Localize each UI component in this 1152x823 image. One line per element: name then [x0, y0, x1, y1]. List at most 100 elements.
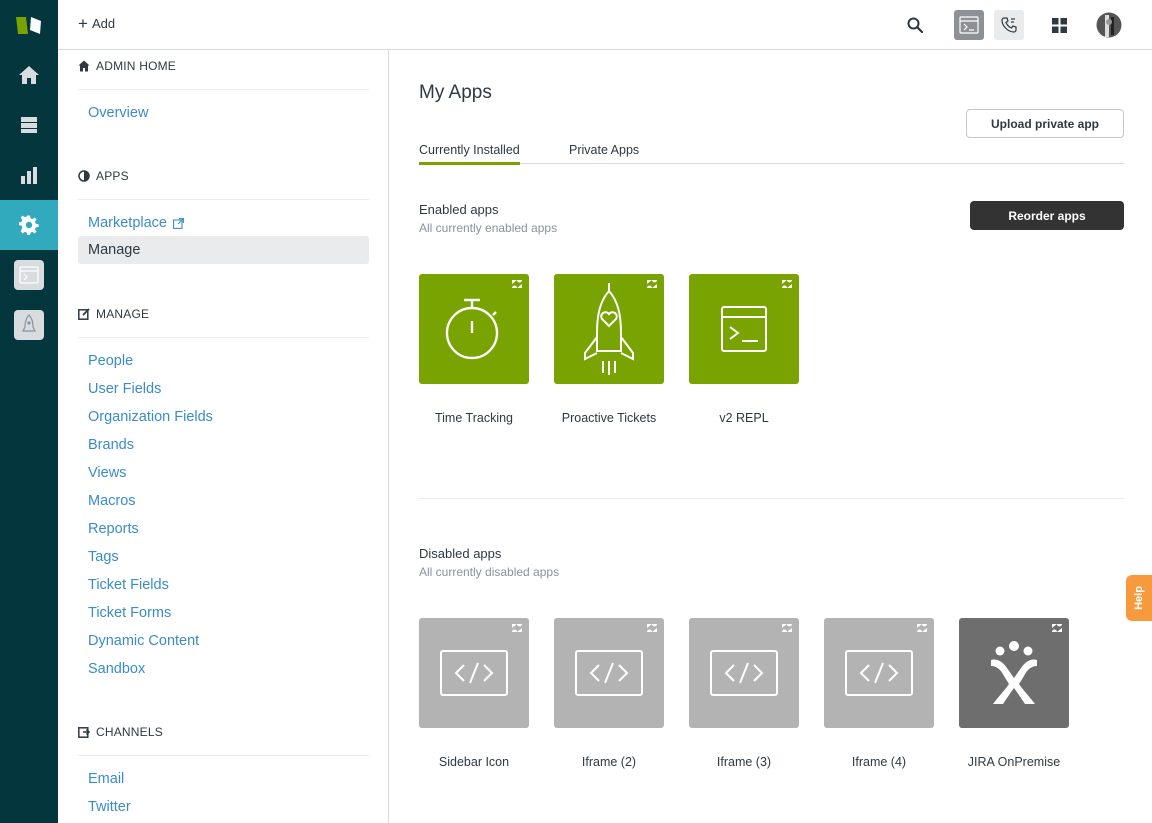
- sidebar-item-people[interactable]: People: [88, 353, 133, 369]
- sidebar-item-tags[interactable]: Tags: [88, 549, 119, 565]
- user-avatar[interactable]: [1094, 10, 1124, 40]
- app-tile-proactive-tickets[interactable]: [554, 274, 664, 384]
- grid-icon: [1051, 17, 1067, 33]
- rocket-icon: [22, 314, 36, 332]
- main-content: My Apps Upload private app Currently Ins…: [389, 50, 1152, 823]
- sidebar-item-overview[interactable]: Overview: [88, 105, 148, 121]
- search-icon: [907, 17, 923, 33]
- nav-admin[interactable]: [0, 200, 58, 250]
- zendesk-mark-icon: [1052, 624, 1062, 632]
- zendesk-mark-icon: [647, 280, 657, 288]
- nav-home[interactable]: [0, 50, 58, 100]
- section-title: APPS: [96, 169, 129, 183]
- section-title: CHANNELS: [96, 725, 163, 739]
- top-bar: + Add: [58, 0, 1152, 50]
- sidebar-item-macros[interactable]: Macros: [88, 493, 136, 509]
- divider: [78, 337, 369, 338]
- jira-icon: [991, 641, 1037, 704]
- repl-app-button[interactable]: [954, 10, 984, 40]
- app-name: Iframe (2): [581, 755, 637, 769]
- reorder-apps-button[interactable]: Reorder apps: [970, 201, 1124, 230]
- section-manage: MANAGE: [78, 307, 149, 321]
- contrast-icon: [78, 170, 90, 182]
- app-tile-iframe-3[interactable]: [689, 618, 799, 728]
- code-icon: [575, 650, 643, 696]
- gear-icon: [19, 215, 39, 235]
- section-channels: CHANNELS: [78, 725, 163, 739]
- sidebar-item-sandbox[interactable]: Sandbox: [88, 661, 145, 677]
- divider: [78, 755, 369, 756]
- enabled-apps-subtitle: All currently enabled apps: [419, 221, 558, 235]
- app-name: Iframe (3): [716, 755, 772, 769]
- app-tile-jira-onpremise[interactable]: [959, 618, 1069, 728]
- enabled-apps-title: Enabled apps: [419, 202, 499, 217]
- sidebar-item-ticket-forms[interactable]: Ticket Forms: [88, 605, 171, 621]
- inbox-icon: [21, 117, 37, 133]
- nav-app-repl[interactable]: [0, 250, 58, 300]
- app-tile-iframe-4[interactable]: [824, 618, 934, 728]
- stopwatch-icon: [445, 298, 499, 360]
- disabled-apps-subtitle: All currently disabled apps: [419, 565, 560, 579]
- nav-views[interactable]: [0, 100, 58, 150]
- terminal-icon: [959, 16, 979, 34]
- app-tile-iframe-2[interactable]: [554, 618, 664, 728]
- app-name: Sidebar Icon: [438, 755, 510, 769]
- help-button[interactable]: Help: [1126, 575, 1152, 621]
- products-menu-button[interactable]: [1044, 10, 1074, 40]
- sidebar-item-ticket-fields[interactable]: Ticket Fields: [88, 577, 169, 593]
- zendesk-mark-icon: [647, 624, 657, 632]
- sidebar-item-marketplace[interactable]: Marketplace: [88, 215, 184, 231]
- zendesk-mark-icon: [512, 280, 522, 288]
- sidebar-item-views[interactable]: Views: [88, 465, 126, 481]
- app-tile-v2-repl[interactable]: [689, 274, 799, 384]
- app-name: JIRA OnPremise: [967, 755, 1061, 769]
- phone-icon: [1001, 17, 1017, 33]
- house-icon: [78, 60, 90, 72]
- external-link-icon: [173, 217, 184, 229]
- app-tile-time-tracking[interactable]: [419, 274, 529, 384]
- help-label: Help: [1133, 586, 1145, 610]
- divider: [78, 199, 369, 200]
- zendesk-mark-icon: [917, 624, 927, 632]
- upload-private-app-button[interactable]: Upload private app: [966, 109, 1124, 138]
- sidebar-item-label: Marketplace: [88, 215, 167, 231]
- home-icon: [19, 66, 39, 84]
- terminal-icon: [721, 306, 767, 352]
- zendesk-mark-icon: [512, 624, 522, 632]
- sidebar-item-reports[interactable]: Reports: [88, 521, 139, 537]
- section-title: ADMIN HOME: [96, 59, 176, 73]
- sidebar-item-brands[interactable]: Brands: [88, 437, 134, 453]
- channels-icon: [78, 727, 90, 738]
- tab-private-apps[interactable]: Private Apps: [569, 143, 639, 162]
- sidebar-item-twitter[interactable]: Twitter: [88, 799, 131, 815]
- disabled-apps-title: Disabled apps: [419, 546, 502, 561]
- nav-reporting[interactable]: [0, 150, 58, 200]
- tab-currently-installed[interactable]: Currently Installed: [419, 143, 520, 165]
- sidebar-item-dynamic-content[interactable]: Dynamic Content: [88, 633, 199, 649]
- page-title: My Apps: [419, 82, 492, 103]
- plus-icon: +: [78, 13, 88, 33]
- talk-button[interactable]: [994, 10, 1024, 40]
- add-button[interactable]: + Add: [78, 13, 115, 33]
- section-admin-home: ADMIN HOME: [78, 59, 176, 73]
- sidebar-item-user-fields[interactable]: User Fields: [88, 381, 161, 397]
- nav-app-proactive[interactable]: [0, 300, 58, 350]
- sidebar-item-manage[interactable]: Manage: [78, 236, 369, 264]
- terminal-icon: [19, 266, 39, 284]
- zendesk-logo-icon[interactable]: [16, 14, 42, 36]
- sidebar-item-email[interactable]: Email: [88, 771, 124, 787]
- zendesk-mark-icon: [782, 624, 792, 632]
- section-title: MANAGE: [96, 307, 150, 321]
- code-icon: [440, 650, 508, 696]
- sidebar-item-organization-fields[interactable]: Organization Fields: [88, 409, 213, 425]
- app-name: Proactive Tickets: [561, 411, 657, 425]
- avatar-icon: [1096, 12, 1122, 38]
- search-button[interactable]: [900, 10, 930, 40]
- edit-icon: [78, 308, 90, 320]
- section-apps: APPS: [78, 169, 129, 183]
- app-tabs: Currently Installed Private Apps: [419, 143, 1124, 165]
- code-icon: [845, 650, 913, 696]
- app-name: Time Tracking: [434, 411, 514, 425]
- product-rail: [0, 0, 58, 823]
- app-tile-sidebar-icon[interactable]: [419, 618, 529, 728]
